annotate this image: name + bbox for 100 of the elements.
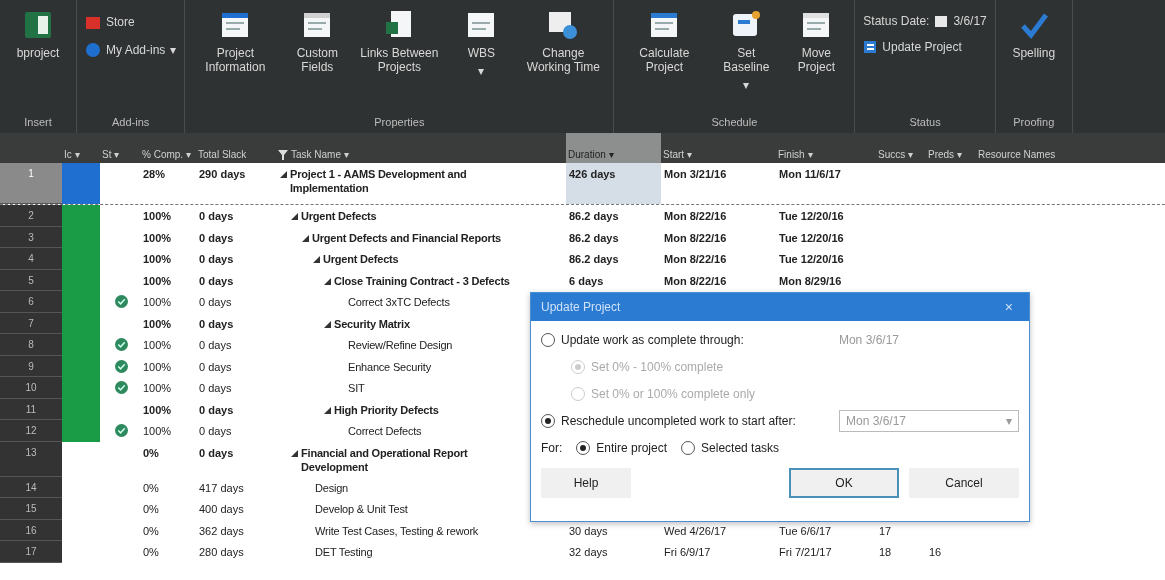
task-name: Security Matrix	[334, 316, 410, 331]
percent-complete: 100%	[143, 253, 172, 265]
column-header[interactable]: Finish	[778, 149, 805, 160]
row-number[interactable]: 17	[0, 541, 62, 563]
total-slack: 0 days	[199, 231, 234, 244]
percent-complete: 100%	[143, 425, 172, 437]
total-slack: 0 days	[199, 446, 234, 459]
dropdown-caret-icon[interactable]: ▾	[186, 149, 192, 160]
calendar-icon	[934, 14, 949, 28]
task-name: Write Test Cases, Testing & rework	[315, 523, 479, 538]
finish-date: Tue 12/20/16	[779, 210, 844, 222]
dialog-title: Update Project	[541, 300, 621, 314]
percent-complete: 100%	[143, 317, 172, 330]
dropdown-caret-icon[interactable]: ▾	[957, 149, 963, 160]
row-number[interactable]: 6	[0, 291, 62, 313]
percent-complete: 28%	[143, 168, 166, 180]
caret-icon: ▾	[170, 43, 177, 57]
start-date: Mon 8/22/16	[664, 253, 727, 265]
dialog-button[interactable]: Cancel	[909, 468, 1019, 498]
column-header[interactable]: Ic	[64, 149, 72, 160]
dialog-button[interactable]: OK	[789, 468, 899, 498]
row-number[interactable]: 2	[0, 205, 62, 227]
dropdown-caret-icon[interactable]: ▾	[344, 149, 349, 160]
group-label: Status	[908, 115, 942, 130]
start-date: Mon 3/21/16	[664, 168, 727, 180]
finish-date: Fri 7/21/17	[779, 546, 832, 558]
start-date: Mon 8/22/16	[664, 231, 727, 244]
row-number[interactable]: 7	[0, 312, 62, 334]
group-label: Insert	[23, 115, 53, 130]
row-number[interactable]: 8	[0, 334, 62, 356]
collapse-triangle-icon[interactable]	[280, 171, 287, 178]
percent-complete: 0%	[143, 446, 159, 459]
column-header[interactable]: Duration	[568, 149, 606, 160]
row-number[interactable]: 15	[0, 498, 62, 520]
column-header[interactable]: Start	[663, 149, 685, 160]
dropdown-caret-icon[interactable]: ▾	[687, 149, 693, 160]
ribbon-button[interactable]: Spelling	[1001, 4, 1066, 64]
dropdown-caret-icon[interactable]: ▾	[74, 149, 80, 160]
row-number[interactable]: 9	[0, 355, 62, 377]
filter-icon[interactable]	[278, 150, 288, 160]
ribbon-button[interactable]: Store	[83, 12, 179, 32]
column-header[interactable]: Succs	[878, 149, 906, 160]
column-header[interactable]: Resource Names	[978, 149, 1056, 160]
dropdown-caret-icon[interactable]: ▾	[807, 149, 813, 160]
row-number[interactable]: 11	[0, 398, 62, 420]
total-slack: 0 days	[199, 274, 234, 287]
row-number[interactable]: 13	[0, 441, 62, 477]
finish-date: Mon 11/6/17	[779, 168, 841, 180]
task-name: High Priority Defects	[334, 402, 439, 417]
row-number[interactable]: 12	[0, 420, 62, 442]
ribbon-button[interactable]: WBS ▾	[449, 4, 514, 82]
total-slack: 0 days	[199, 403, 234, 416]
task-name: Financial and Operational Report Development	[301, 445, 469, 474]
total-slack: 280 days	[199, 546, 244, 558]
ribbon-button[interactable]: Calculate Project	[620, 4, 709, 78]
task-name: DET Testing	[315, 545, 373, 559]
dropdown-caret-icon[interactable]: ▾	[114, 149, 120, 160]
percent-complete: 0%	[143, 481, 159, 494]
column-header[interactable]: % Comp.	[142, 149, 184, 160]
ribbon-button[interactable]: Custom Fields	[285, 4, 350, 78]
row-number[interactable]: 4	[0, 248, 62, 270]
row-number[interactable]: 3	[0, 226, 62, 248]
percent-complete: 100%	[143, 382, 172, 394]
task-name: Urgent Defects	[323, 252, 399, 266]
task-name: Project 1 - AAMS Development and Implementation	[290, 167, 468, 195]
row-number[interactable]: 10	[0, 377, 62, 399]
row-number[interactable]: 14	[0, 476, 62, 498]
column-header[interactable]: Preds	[928, 149, 955, 160]
ribbon-button[interactable]: Links Between Projects	[355, 4, 444, 78]
collapse-triangle-icon[interactable]	[324, 277, 331, 285]
status-date-button[interactable]: Status Date: 3/6/17	[861, 12, 989, 30]
collapse-triangle-icon[interactable]	[324, 406, 331, 414]
ribbon-button[interactable]: Set Baseline ▾	[714, 4, 779, 96]
task-name: Urgent Defects and Financial Reports	[312, 230, 501, 245]
ribbon-button[interactable]: Change Working Time	[519, 4, 608, 78]
row-number[interactable]: 16	[0, 519, 62, 541]
collapse-triangle-icon[interactable]	[291, 449, 298, 457]
collapse-triangle-icon[interactable]	[313, 256, 320, 263]
column-header[interactable]: Task Name	[291, 149, 341, 160]
percent-complete: 0%	[143, 503, 159, 515]
task-name: Design	[315, 480, 349, 495]
ribbon-button[interactable]: Project Information	[191, 4, 280, 78]
collapse-triangle-icon[interactable]	[324, 320, 331, 328]
row-number[interactable]: 5	[0, 269, 62, 291]
task-name: Urgent Defects	[301, 209, 377, 223]
column-header[interactable]: Total Slack	[198, 149, 247, 160]
caret-icon: ▾	[743, 78, 750, 92]
column-header[interactable]: St	[102, 149, 112, 160]
dropdown-caret-icon[interactable]: ▾	[908, 149, 914, 160]
collapse-triangle-icon[interactable]	[291, 213, 298, 220]
ribbon-button[interactable]: Update Project	[861, 38, 989, 56]
dialog-button[interactable]: Help	[541, 468, 631, 498]
group-label: Properties	[373, 115, 426, 130]
ribbon-button[interactable]: My Add-ins ▾	[83, 40, 179, 60]
ribbon-button[interactable]: Move Project	[784, 4, 849, 78]
ribbon-button[interactable]: bproject	[6, 4, 70, 64]
percent-complete: 100%	[143, 339, 172, 351]
dropdown-caret-icon[interactable]: ▾	[608, 149, 614, 160]
task-name: Develop & Unit Test	[315, 502, 408, 516]
collapse-triangle-icon[interactable]	[302, 234, 309, 242]
